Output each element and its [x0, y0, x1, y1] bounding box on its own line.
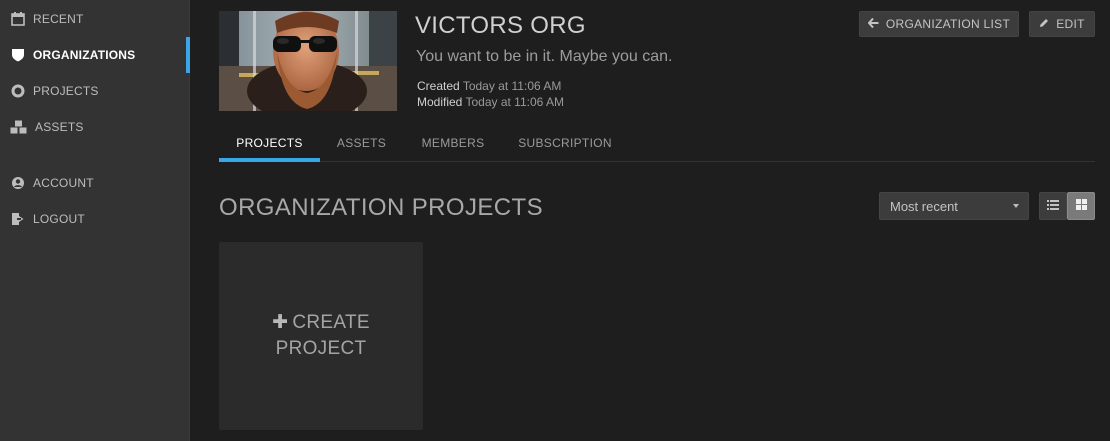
sidebar-item-account[interactable]: ACCOUNT [0, 165, 189, 201]
create-project-line2: PROJECT [275, 338, 367, 359]
calendar-icon [10, 11, 26, 27]
user-account-icon [10, 175, 26, 191]
sidebar: RECENT ORGANIZATIONS PROJECTS ASSETS ACC… [0, 0, 190, 441]
sort-dropdown-value: Most recent [890, 198, 958, 214]
sidebar-item-assets[interactable]: ASSETS [0, 109, 189, 145]
tab-projects[interactable]: PROJECTS [219, 125, 320, 162]
sidebar-item-label: ORGANIZATIONS [33, 48, 136, 62]
circle-icon [10, 83, 26, 99]
created-label: Created [417, 79, 460, 93]
organization-tagline: You want to be in it. Maybe you can. [416, 48, 673, 65]
created-meta: Created Today at 11:06 AM [417, 79, 561, 93]
sidebar-item-recent[interactable]: RECENT [0, 1, 189, 37]
create-project-line1: CREATE [292, 312, 370, 333]
edit-button[interactable]: EDIT [1029, 11, 1095, 37]
list-icon [1047, 197, 1059, 215]
sidebar-item-label: ACCOUNT [33, 176, 94, 190]
organization-list-button-label: ORGANIZATION LIST [885, 17, 1011, 31]
modified-label: Modified [417, 95, 463, 109]
sidebar-item-logout[interactable]: LOGOUT [0, 201, 189, 237]
plus-icon: ✚ [272, 312, 289, 333]
sidebar-item-label: RECENT [33, 12, 84, 26]
create-project-card[interactable]: ✚ CREATE PROJECT [219, 242, 423, 430]
app-window: RECENT ORGANIZATIONS PROJECTS ASSETS ACC… [0, 0, 1110, 441]
organization-tabs: PROJECTS ASSETS MEMBERS SUBSCRIPTION [219, 125, 1095, 162]
created-value: Today at 11:06 AM [462, 79, 562, 93]
sidebar-item-projects[interactable]: PROJECTS [0, 73, 189, 109]
cubes-icon [10, 119, 28, 135]
sidebar-item-label: LOGOUT [33, 212, 85, 226]
sidebar-item-organizations[interactable]: ORGANIZATIONS [0, 37, 190, 73]
section-title: ORGANIZATION PROJECTS [219, 194, 543, 221]
grid-view-button[interactable] [1067, 192, 1095, 220]
organization-list-button[interactable]: ORGANIZATION LIST [859, 11, 1019, 37]
organization-title: VICTORS ORG [415, 12, 586, 39]
organization-avatar [219, 11, 397, 111]
tab-assets[interactable]: ASSETS [320, 125, 403, 161]
create-project-label: ✚ CREATE PROJECT [272, 310, 370, 362]
modified-value: Today at 11:06 AM [465, 95, 564, 109]
arrow-left-icon [867, 17, 879, 31]
tab-subscription[interactable]: SUBSCRIPTION [503, 125, 627, 161]
tab-members[interactable]: MEMBERS [403, 125, 503, 161]
shield-icon [10, 47, 26, 63]
chevron-down-icon [1013, 204, 1019, 208]
list-view-button[interactable] [1039, 192, 1067, 220]
sidebar-item-label: PROJECTS [33, 84, 99, 98]
logout-icon [10, 211, 26, 227]
sidebar-item-label: ASSETS [35, 120, 84, 134]
edit-button-label: EDIT [1056, 17, 1085, 31]
grid-icon [1075, 197, 1087, 215]
sort-dropdown[interactable]: Most recent [879, 192, 1029, 220]
pencil-icon [1039, 17, 1049, 31]
modified-meta: Modified Today at 11:06 AM [417, 95, 564, 109]
